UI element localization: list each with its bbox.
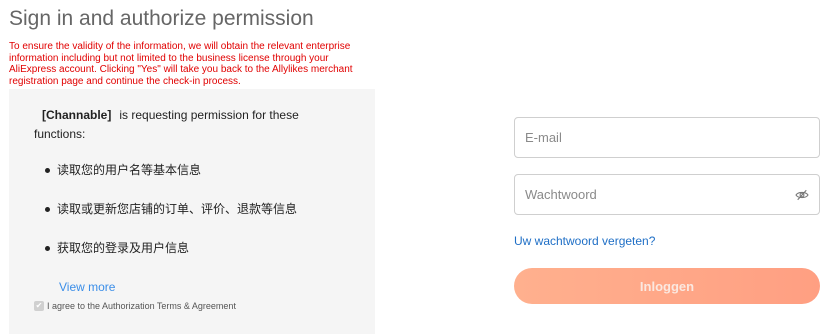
eye-slash-icon[interactable] [795, 189, 809, 201]
bullet-icon [45, 246, 50, 251]
list-item: 获取您的登录及用户信息 [33, 240, 297, 256]
authorization-notice: To ensure the validity of the informatio… [9, 41, 353, 87]
permission-list: 读取您的用户名等基本信息 读取或更新您店铺的订单、评价、退款等信息 获取您的登录… [33, 162, 297, 279]
bullet-icon [45, 207, 50, 212]
permission-panel: [Channable] is requesting permission for … [9, 89, 375, 334]
list-item: 读取您的用户名等基本信息 [33, 162, 297, 178]
list-item: 读取或更新您店铺的订单、评价、退款等信息 [33, 201, 297, 217]
agree-label: I agree to the Authorization Terms & Agr… [47, 301, 236, 311]
login-button[interactable]: Inloggen [514, 268, 820, 304]
password-field-wrapper [514, 174, 820, 215]
agree-terms-row: ✔ I agree to the Authorization Terms & A… [34, 301, 236, 311]
email-input[interactable] [515, 118, 819, 157]
email-field-wrapper [514, 117, 820, 158]
permission-label: 读取或更新您店铺的订单、评价、退款等信息 [57, 202, 298, 216]
app-name: [Channable] [42, 108, 112, 122]
forgot-password-link[interactable]: Uw wachtwoord vergeten? [514, 234, 655, 248]
page-title: Sign in and authorize permission [9, 7, 314, 30]
agree-checkbox[interactable]: ✔ [34, 301, 44, 311]
permission-label: 获取您的登录及用户信息 [57, 241, 190, 255]
bullet-icon [45, 168, 50, 173]
checkmark-icon: ✔ [35, 301, 43, 310]
password-input[interactable] [515, 175, 819, 214]
permission-request-text: [Channable] is requesting permission for … [34, 106, 334, 144]
view-more-link[interactable]: View more [59, 280, 115, 294]
permission-label: 读取您的用户名等基本信息 [57, 163, 202, 177]
